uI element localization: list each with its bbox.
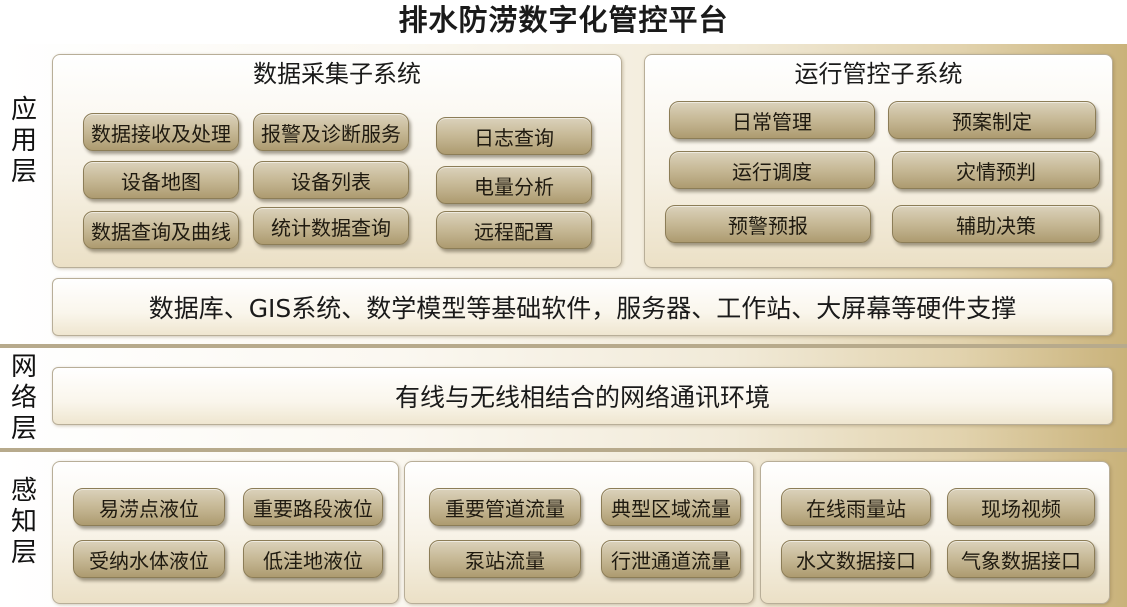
label-char: 层 (10, 157, 37, 187)
label-char: 应 (10, 95, 37, 125)
label-char: 知 (10, 507, 37, 537)
module-device-map[interactable]: 设备地图 (83, 161, 239, 199)
sensor-flood-point-level[interactable]: 易涝点液位 (73, 488, 225, 526)
data-collection-title: 数据采集子系统 (253, 60, 421, 88)
sensor-meteorology-interface[interactable]: 气象数据接口 (947, 540, 1095, 578)
infrastructure-support-bar: 数据库、GIS系统、数学模型等基础软件，服务器、工作站、大屏幕等硬件支撑 (52, 278, 1113, 336)
operation-control-title: 运行管控子系统 (794, 60, 963, 88)
module-operation-dispatch[interactable]: 运行调度 (669, 151, 875, 189)
module-statistics-query[interactable]: 统计数据查询 (253, 207, 409, 245)
label-char: 用 (10, 126, 37, 156)
module-data-query-curve[interactable]: 数据查询及曲线 (83, 211, 239, 249)
module-daily-management[interactable]: 日常管理 (669, 101, 875, 139)
water-level-panel: 易涝点液位 重要路段液位 受纳水体液位 低洼地液位 (52, 461, 399, 604)
data-collection-panel: 数据采集子系统 数据接收及处理 报警及诊断服务 日志查询 设备地图 设备列表 电… (52, 54, 622, 268)
sensor-online-rain-gauge[interactable]: 在线雨量站 (781, 488, 931, 526)
perception-layer-label: 感 知 层 (0, 476, 48, 569)
sensor-site-video[interactable]: 现场视频 (947, 488, 1095, 526)
sensor-key-road-level[interactable]: 重要路段液位 (243, 488, 383, 526)
module-plan-formulation[interactable]: 预案制定 (888, 101, 1096, 139)
sensor-discharge-channel-flow[interactable]: 行泄通道流量 (601, 540, 741, 578)
network-environment-bar: 有线与无线相结合的网络通讯环境 (52, 367, 1113, 425)
application-layer-label: 应 用 层 (0, 95, 48, 188)
module-power-analysis[interactable]: 电量分析 (436, 166, 592, 204)
module-disaster-prediction[interactable]: 灾情预判 (892, 151, 1100, 189)
module-log-query[interactable]: 日志查询 (436, 117, 592, 155)
module-device-list[interactable]: 设备列表 (253, 161, 409, 199)
label-char: 络 (10, 383, 37, 413)
sensor-key-pipe-flow[interactable]: 重要管道流量 (429, 488, 581, 526)
network-layer-label: 网 络 层 (0, 352, 48, 445)
sensor-typical-area-flow[interactable]: 典型区域流量 (601, 488, 741, 526)
module-early-warning[interactable]: 预警预报 (665, 205, 871, 243)
label-char: 层 (10, 538, 37, 568)
module-data-receive[interactable]: 数据接收及处理 (83, 113, 239, 151)
label-char: 网 (10, 352, 37, 382)
module-remote-config[interactable]: 远程配置 (436, 211, 592, 249)
sensor-lowland-level[interactable]: 低洼地液位 (243, 540, 383, 578)
label-char: 感 (10, 476, 37, 506)
module-alarm-diagnosis[interactable]: 报警及诊断服务 (253, 113, 409, 151)
flow-panel: 重要管道流量 典型区域流量 泵站流量 行泄通道流量 (404, 461, 754, 604)
module-decision-support[interactable]: 辅助决策 (892, 205, 1100, 243)
operation-control-panel: 运行管控子系统 日常管理 预案制定 运行调度 灾情预判 预警预报 辅助决策 (644, 54, 1113, 268)
monitoring-panel: 在线雨量站 现场视频 水文数据接口 气象数据接口 (760, 461, 1110, 604)
label-char: 层 (10, 414, 37, 444)
sensor-receiving-water-level[interactable]: 受纳水体液位 (73, 540, 225, 578)
page-title: 排水防涝数字化管控平台 (398, 3, 729, 37)
sensor-pump-station-flow[interactable]: 泵站流量 (429, 540, 581, 578)
sensor-hydrology-interface[interactable]: 水文数据接口 (781, 540, 931, 578)
